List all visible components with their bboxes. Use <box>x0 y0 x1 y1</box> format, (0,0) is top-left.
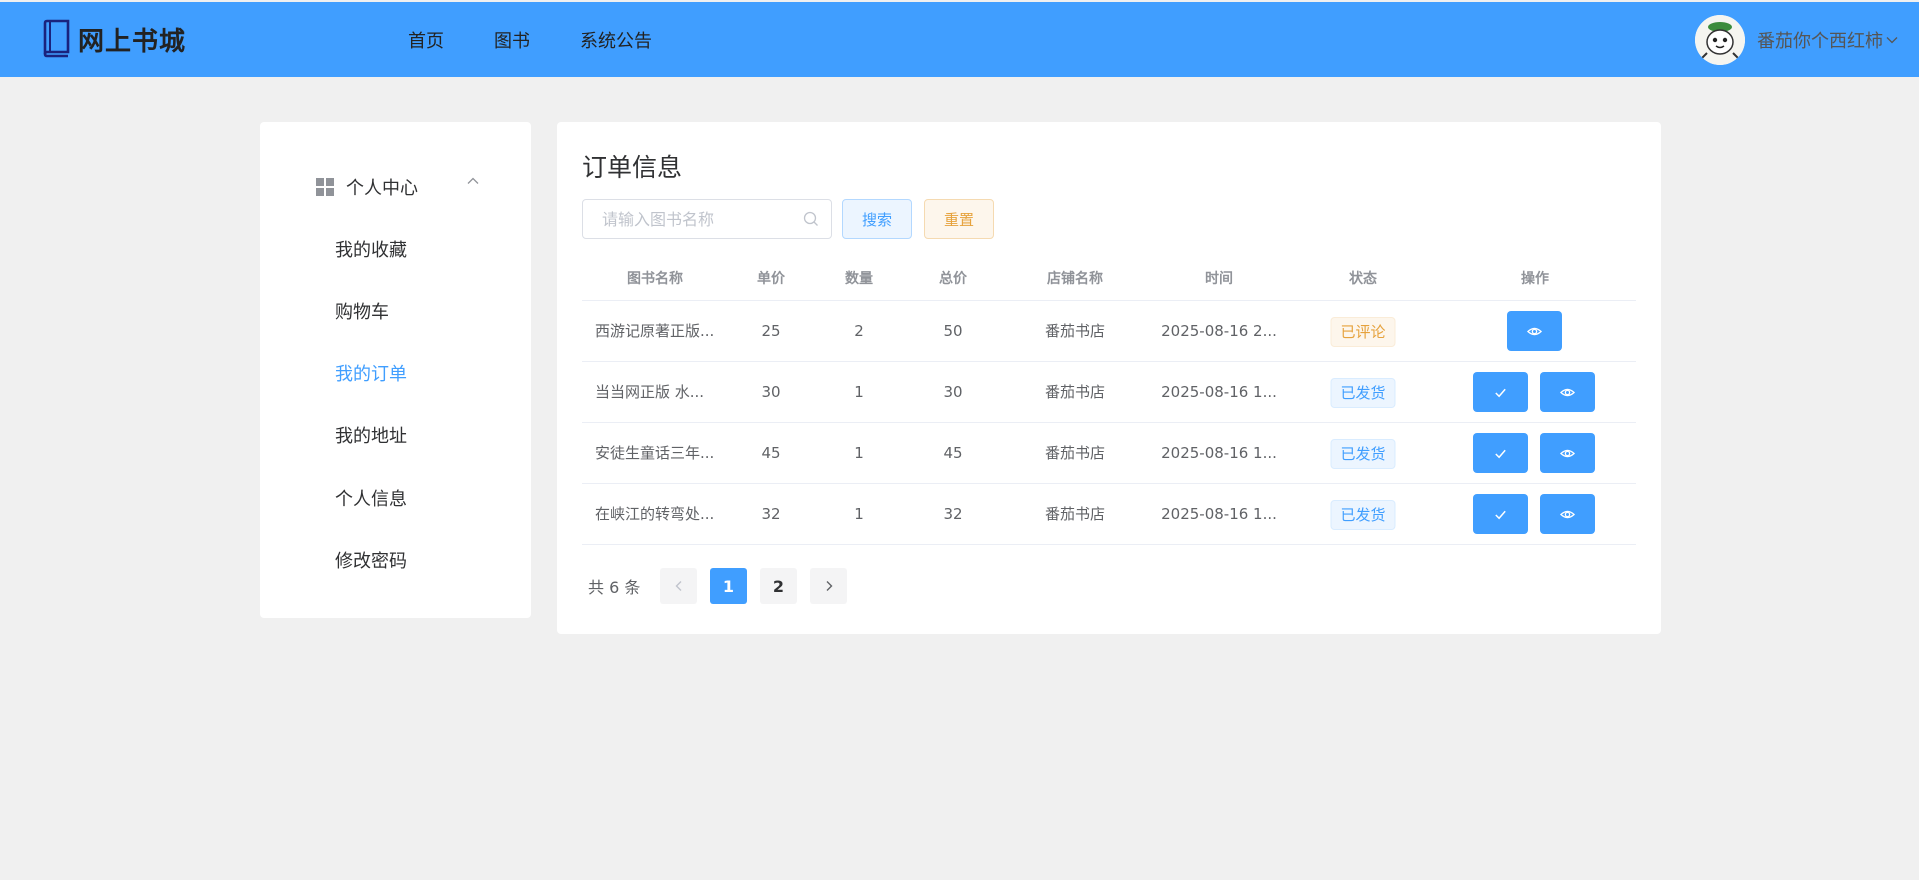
user-menu[interactable]: 番茄你个西红柿 <box>1695 15 1899 65</box>
table-row: 安徒生童话三年... 45 1 45 番茄书店 2025-08-16 1... … <box>582 423 1636 484</box>
cell-book-name: 西游记原著正版... <box>595 322 715 340</box>
cell-time: 2025-08-16 1... <box>1161 444 1277 462</box>
confirm-receipt-button[interactable] <box>1473 372 1528 412</box>
cell-time: 2025-08-16 1... <box>1161 383 1277 401</box>
chevron-left-icon <box>675 581 681 591</box>
col-actions: 操作 <box>1521 271 1549 287</box>
cell-total: 50 <box>943 322 963 340</box>
col-quantity: 数量 <box>845 271 873 287</box>
cell-time: 2025-08-16 2... <box>1161 322 1277 340</box>
table-row: 在峡江的转弯处... 32 1 32 番茄书店 2025-08-16 1... … <box>582 484 1636 545</box>
sidebar-item-favorites[interactable]: 我的收藏 <box>335 236 407 262</box>
status-badge: 已发货 <box>1330 378 1396 408</box>
view-button[interactable] <box>1540 433 1595 473</box>
chevron-down-icon <box>1886 37 1898 44</box>
cell-price: 32 <box>761 505 781 523</box>
cell-shop: 番茄书店 <box>1044 322 1106 340</box>
pagination: 共 6 条 1 2 <box>582 568 847 604</box>
sidebar: 个人中心 我的收藏 购物车 我的订单 我的地址 个人信息 修改密码 <box>260 122 531 618</box>
sidebar-item-profile[interactable]: 个人信息 <box>335 485 407 511</box>
sidebar-group-label: 个人中心 <box>346 178 418 199</box>
cell-shop: 番茄书店 <box>1044 505 1106 523</box>
sidebar-item-cart[interactable]: 购物车 <box>335 298 389 324</box>
cell-book-name: 在峡江的转弯处... <box>595 505 715 523</box>
cell-total: 45 <box>943 444 963 462</box>
view-button[interactable] <box>1540 494 1595 534</box>
chevron-right-icon <box>826 581 832 591</box>
prev-page-button[interactable] <box>660 568 697 604</box>
status-badge: 已发货 <box>1330 500 1396 530</box>
total-count: 共 6 条 <box>588 578 641 597</box>
check-icon <box>1495 449 1506 458</box>
sidebar-item-orders[interactable]: 我的订单 <box>335 360 407 386</box>
avatar-image <box>1695 15 1745 65</box>
status-badge: 已评论 <box>1330 317 1396 347</box>
cell-quantity: 1 <box>854 444 864 462</box>
search-box <box>582 199 832 239</box>
orders-table: 图书名称 单价 数量 总价 店铺名称 时间 状态 操作 西游记原著正版... 2… <box>582 257 1636 545</box>
nav-announcements[interactable]: 系统公告 <box>580 27 652 53</box>
cell-total: 30 <box>943 383 963 401</box>
cell-book-name: 当当网正版 水... <box>595 383 705 401</box>
cell-price: 45 <box>761 444 781 462</box>
logo[interactable]: 网上书城 <box>40 19 186 59</box>
eye-icon <box>1527 327 1542 335</box>
table-header: 图书名称 单价 数量 总价 店铺名称 时间 状态 操作 <box>582 257 1636 301</box>
col-time: 时间 <box>1205 271 1233 287</box>
search-input[interactable] <box>583 200 783 238</box>
view-button[interactable] <box>1507 311 1562 351</box>
eye-icon <box>1560 388 1575 396</box>
col-price: 单价 <box>757 271 785 287</box>
col-status: 状态 <box>1349 271 1377 287</box>
cell-time: 2025-08-16 1... <box>1161 505 1277 523</box>
cell-book-name: 安徒生童话三年... <box>595 444 715 462</box>
check-icon <box>1495 388 1506 397</box>
confirm-receipt-button[interactable] <box>1473 494 1528 534</box>
main-nav: 首页 图书 系统公告 <box>408 2 702 77</box>
next-page-button[interactable] <box>810 568 847 604</box>
table-row: 当当网正版 水... 30 1 30 番茄书店 2025-08-16 1... … <box>582 362 1636 423</box>
cell-quantity: 1 <box>854 383 864 401</box>
search-button[interactable]: 搜索 <box>842 199 912 239</box>
page-title: 订单信息 <box>582 153 683 182</box>
cell-price: 30 <box>761 383 781 401</box>
app-title: 网上书城 <box>78 26 187 57</box>
status-badge: 已发货 <box>1330 439 1396 469</box>
page-2-button[interactable]: 2 <box>760 568 797 604</box>
col-book-name: 图书名称 <box>627 271 683 287</box>
sidebar-item-address[interactable]: 我的地址 <box>335 422 407 448</box>
nav-books[interactable]: 图书 <box>494 27 530 53</box>
search-icon <box>803 211 818 226</box>
orders-panel: 订单信息 搜索 重置 图书名称 单价 数量 总价 店铺名称 时间 状态 操作 西… <box>557 122 1661 634</box>
avatar[interactable] <box>1695 15 1745 65</box>
cell-total: 32 <box>943 505 963 523</box>
nav-home[interactable]: 首页 <box>408 27 444 53</box>
book-icon <box>43 19 70 58</box>
col-shop: 店铺名称 <box>1047 271 1103 287</box>
grid-icon <box>316 178 334 196</box>
sidebar-item-password[interactable]: 修改密码 <box>335 547 407 573</box>
top-header: 网上书城 首页 图书 系统公告 番茄你个西红柿 <box>0 2 1919 77</box>
cell-price: 25 <box>761 322 781 340</box>
reset-button[interactable]: 重置 <box>924 199 994 239</box>
col-total: 总价 <box>939 271 967 287</box>
table-row: 西游记原著正版... 25 2 50 番茄书店 2025-08-16 2... … <box>582 301 1636 362</box>
eye-icon <box>1560 510 1575 518</box>
cell-quantity: 2 <box>854 322 864 340</box>
cell-quantity: 1 <box>854 505 864 523</box>
page-1-button[interactable]: 1 <box>710 568 747 604</box>
user-name: 番茄你个西红柿 <box>1757 31 1883 52</box>
eye-icon <box>1560 449 1575 457</box>
view-button[interactable] <box>1540 372 1595 412</box>
check-icon <box>1495 510 1506 519</box>
cell-shop: 番茄书店 <box>1044 383 1106 401</box>
sidebar-group-personal-center[interactable]: 个人中心 <box>316 174 486 200</box>
cell-shop: 番茄书店 <box>1044 444 1106 462</box>
chevron-up-icon <box>467 177 479 184</box>
confirm-receipt-button[interactable] <box>1473 433 1528 473</box>
